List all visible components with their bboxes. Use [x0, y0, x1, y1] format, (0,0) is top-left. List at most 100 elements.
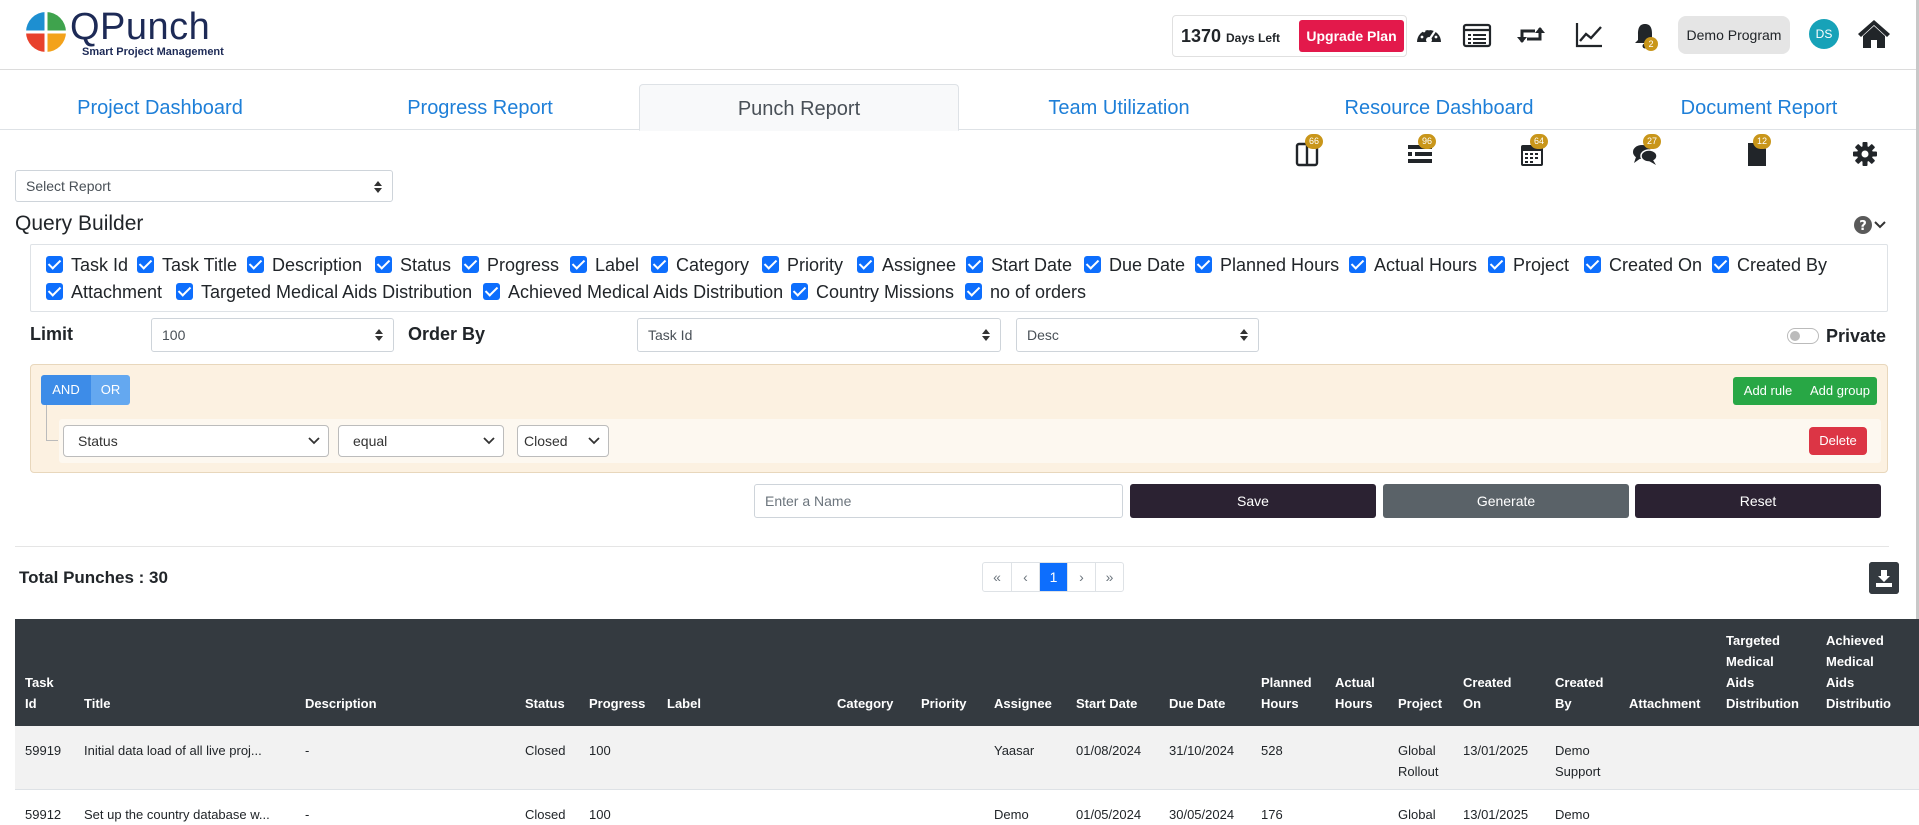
- or-button[interactable]: OR: [91, 375, 130, 405]
- checkbox[interactable]: [1349, 256, 1366, 273]
- table-column-header[interactable]: Title: [84, 693, 111, 714]
- checkbox[interactable]: [1488, 256, 1505, 273]
- rule-field-select[interactable]: Status: [63, 425, 329, 457]
- table-column-header[interactable]: Priority: [921, 693, 967, 714]
- field-checkbox-status[interactable]: Status: [375, 255, 451, 275]
- field-checkbox-targeted-medical-aids[interactable]: Targeted Medical Aids Distribution: [176, 282, 472, 302]
- and-button[interactable]: AND: [41, 375, 91, 405]
- delete-rule-button[interactable]: Delete: [1809, 427, 1867, 455]
- field-checkbox-due-date[interactable]: Due Date: [1084, 255, 1185, 275]
- table-column-header[interactable]: Due Date: [1169, 693, 1225, 714]
- field-checkbox-category[interactable]: Category: [651, 255, 749, 275]
- help-toggle-icon[interactable]: ?: [1853, 215, 1887, 235]
- table-column-header[interactable]: Planned Hours: [1261, 672, 1312, 714]
- field-checkbox-project[interactable]: Project: [1488, 255, 1569, 275]
- order-direction-select[interactable]: Desc: [1016, 318, 1259, 352]
- rule-value-select[interactable]: Closed: [517, 425, 609, 457]
- gear-icon[interactable]: [1851, 140, 1879, 168]
- checkbox[interactable]: [462, 256, 479, 273]
- table-row[interactable]: 59919 Initial data load of all live proj.…: [15, 726, 1919, 790]
- save-button[interactable]: Save: [1130, 484, 1376, 518]
- field-checkbox-no-of-orders[interactable]: no of orders: [965, 282, 1086, 302]
- checkbox[interactable]: [1712, 256, 1729, 273]
- table-column-header[interactable]: Actual Hours: [1335, 672, 1375, 714]
- checkbox[interactable]: [1195, 256, 1212, 273]
- checkbox[interactable]: [46, 283, 63, 300]
- field-checkbox-description[interactable]: Description: [247, 255, 362, 275]
- field-checkbox-country-missions[interactable]: Country Missions: [791, 282, 954, 302]
- tab-punch-report[interactable]: Punch Report: [639, 84, 959, 131]
- private-toggle[interactable]: [1787, 328, 1819, 344]
- report-name-input[interactable]: Enter a Name: [754, 484, 1123, 518]
- table-column-header[interactable]: Attachment: [1629, 693, 1701, 714]
- home-icon[interactable]: [1857, 17, 1891, 51]
- table-column-header[interactable]: Start Date: [1076, 693, 1137, 714]
- checkbox[interactable]: [1584, 256, 1601, 273]
- user-avatar[interactable]: DS: [1809, 19, 1839, 49]
- checkbox[interactable]: [137, 256, 154, 273]
- field-checkbox-achieved-medical-aids[interactable]: Achieved Medical Aids Distribution: [483, 282, 783, 302]
- first-page-button[interactable]: «: [983, 563, 1011, 591]
- table-column-header[interactable]: Achieved Medical Aids Distributio: [1826, 630, 1891, 714]
- field-checkbox-created-by[interactable]: Created By: [1712, 255, 1827, 275]
- table-column-header[interactable]: Created On: [1463, 672, 1511, 714]
- checkbox[interactable]: [570, 256, 587, 273]
- checkbox[interactable]: [651, 256, 668, 273]
- add-rule-button[interactable]: Add rule: [1733, 377, 1803, 405]
- checkbox[interactable]: [375, 256, 392, 273]
- checkbox[interactable]: [46, 256, 63, 273]
- field-checkbox-planned-hours[interactable]: Planned Hours: [1195, 255, 1339, 275]
- upgrade-plan-button[interactable]: Upgrade Plan: [1299, 20, 1404, 52]
- add-group-button[interactable]: Add group: [1803, 377, 1877, 405]
- field-checkbox-actual-hours[interactable]: Actual Hours: [1349, 255, 1477, 275]
- field-checkbox-label[interactable]: Label: [570, 255, 639, 275]
- qpunch-logo-icon[interactable]: [22, 8, 70, 56]
- table-column-header[interactable]: Progress: [589, 693, 645, 714]
- table-column-header[interactable]: Status: [525, 693, 565, 714]
- tab-resource-dashboard[interactable]: Resource Dashboard: [1279, 84, 1599, 130]
- tab-document-report[interactable]: Document Report: [1599, 84, 1919, 130]
- field-checkbox-progress[interactable]: Progress: [462, 255, 559, 275]
- checkbox[interactable]: [1084, 256, 1101, 273]
- field-checkbox-task-title[interactable]: Task Title: [137, 255, 237, 275]
- field-checkbox-start-date[interactable]: Start Date: [966, 255, 1072, 275]
- checkbox[interactable]: [483, 283, 500, 300]
- dashboard-gauge-icon[interactable]: [1414, 20, 1444, 50]
- table-column-header[interactable]: Task Id: [25, 672, 54, 714]
- tab-progress-report[interactable]: Progress Report: [320, 84, 640, 130]
- list-icon[interactable]: [1462, 20, 1492, 50]
- checkbox[interactable]: [857, 256, 874, 273]
- field-checkbox-created-on[interactable]: Created On: [1584, 255, 1702, 275]
- table-column-header[interactable]: Assignee: [994, 693, 1052, 714]
- table-column-header[interactable]: Created By: [1555, 672, 1603, 714]
- table-column-header[interactable]: Description: [305, 693, 377, 714]
- generate-button[interactable]: Generate: [1383, 484, 1629, 518]
- rule-operator-select[interactable]: equal: [338, 425, 504, 457]
- field-checkbox-assignee[interactable]: Assignee: [857, 255, 956, 275]
- checkbox[interactable]: [762, 256, 779, 273]
- table-column-header[interactable]: Category: [837, 693, 893, 714]
- tab-team-utilization[interactable]: Team Utilization: [959, 84, 1279, 130]
- page-1-button[interactable]: 1: [1039, 563, 1067, 591]
- download-export-icon[interactable]: [1869, 562, 1899, 594]
- field-checkbox-attachment[interactable]: Attachment: [46, 282, 162, 302]
- checkbox[interactable]: [791, 283, 808, 300]
- program-selector-button[interactable]: Demo Program: [1678, 16, 1790, 54]
- limit-select[interactable]: 100: [151, 318, 394, 352]
- table-column-header[interactable]: Project: [1398, 693, 1442, 714]
- checkbox[interactable]: [176, 283, 193, 300]
- reset-button[interactable]: Reset: [1635, 484, 1881, 518]
- order-by-select[interactable]: Task Id: [637, 318, 1001, 352]
- checkbox[interactable]: [966, 256, 983, 273]
- tab-project-dashboard[interactable]: Project Dashboard: [0, 84, 320, 130]
- line-chart-icon[interactable]: [1574, 20, 1604, 50]
- field-checkbox-task-id[interactable]: Task Id: [46, 255, 128, 275]
- select-report-dropdown[interactable]: Select Report: [15, 170, 393, 202]
- field-checkbox-priority[interactable]: Priority: [762, 255, 843, 275]
- checkbox[interactable]: [965, 283, 982, 300]
- previous-page-button[interactable]: ‹: [1011, 563, 1039, 591]
- table-row[interactable]: 59912 Set up the country database w... - Cl…: [15, 790, 1919, 825]
- table-column-header[interactable]: Label: [667, 693, 701, 714]
- next-page-button[interactable]: ›: [1067, 563, 1095, 591]
- table-column-header[interactable]: Targeted Medical Aids Distribution: [1726, 630, 1799, 714]
